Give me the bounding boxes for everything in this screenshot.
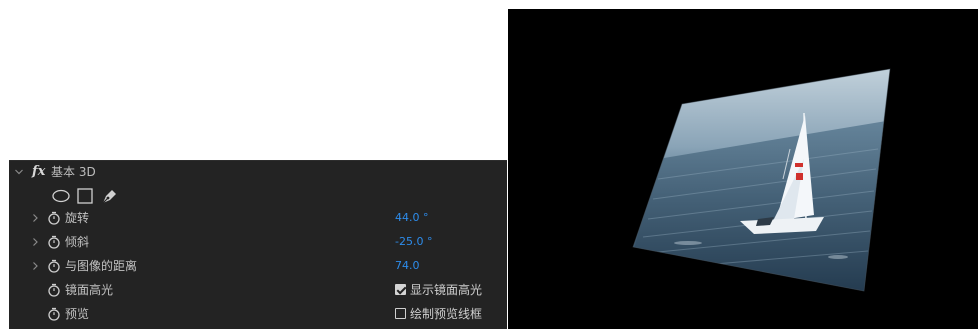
effect-title: 基本 3D bbox=[51, 165, 96, 179]
ellipse-mask-icon[interactable] bbox=[51, 186, 73, 206]
stopwatch-icon[interactable] bbox=[47, 234, 61, 250]
degree-unit: ° bbox=[426, 235, 433, 248]
checkbox-label[interactable]: 绘制预览线框 bbox=[410, 307, 482, 321]
tilt-value[interactable]: -25.0 bbox=[395, 235, 423, 248]
property-label: 预览 bbox=[65, 307, 90, 321]
fx-icon[interactable]: fx bbox=[32, 164, 45, 180]
property-row-specular: 镜面高光 显示镜面高光 bbox=[9, 279, 507, 301]
chevron-right-icon[interactable] bbox=[29, 234, 41, 250]
property-label: 与图像的距离 bbox=[65, 259, 138, 273]
rotation-value[interactable]: 44.0 bbox=[395, 211, 420, 224]
chevron-right-icon[interactable] bbox=[29, 210, 41, 226]
rectangle-mask-icon[interactable] bbox=[75, 186, 97, 206]
video-frame-image bbox=[633, 69, 890, 291]
stopwatch-icon[interactable] bbox=[47, 210, 61, 226]
stopwatch-icon[interactable] bbox=[47, 282, 61, 298]
property-row-preview: 预览 绘制预览线框 bbox=[9, 303, 507, 325]
program-monitor bbox=[508, 9, 978, 329]
property-label: 旋转 bbox=[65, 211, 90, 225]
property-row-distance[interactable]: 与图像的距离 74.0 bbox=[9, 255, 507, 277]
checkbox-label[interactable]: 显示镜面高光 bbox=[410, 283, 482, 297]
property-value[interactable]: 44.0 ° bbox=[395, 210, 429, 226]
property-row-rotation[interactable]: 旋转 44.0 ° bbox=[9, 207, 507, 229]
property-label: 镜面高光 bbox=[65, 283, 114, 297]
stopwatch-icon[interactable] bbox=[47, 306, 61, 322]
property-label: 倾斜 bbox=[65, 235, 90, 249]
stopwatch-icon[interactable] bbox=[47, 258, 61, 274]
checkbox-checked[interactable] bbox=[395, 283, 406, 295]
checkbox-unchecked[interactable] bbox=[395, 307, 406, 319]
show-specular-checkbox[interactable]: 显示镜面高光 bbox=[395, 282, 482, 298]
property-value[interactable]: -25.0 ° bbox=[395, 234, 432, 250]
effect-header-row[interactable]: fx 基本 3D bbox=[9, 161, 507, 183]
transformed-video-frame bbox=[632, 68, 891, 292]
effect-controls-panel: fx 基本 3D 旋转 44.0 ° 倾斜 -25.0 ° 与图像的距离 74.… bbox=[9, 160, 507, 329]
pen-mask-icon[interactable] bbox=[99, 186, 121, 206]
mask-tools bbox=[51, 186, 161, 206]
degree-unit: ° bbox=[423, 211, 429, 224]
property-row-tilt[interactable]: 倾斜 -25.0 ° bbox=[9, 231, 507, 253]
draw-preview-wireframe-checkbox[interactable]: 绘制预览线框 bbox=[395, 306, 482, 322]
app-window: fx 基本 3D 旋转 44.0 ° 倾斜 -25.0 ° 与图像的距离 74.… bbox=[0, 0, 978, 329]
chevron-down-icon[interactable] bbox=[13, 164, 25, 180]
chevron-right-icon[interactable] bbox=[29, 258, 41, 274]
distance-value[interactable]: 74.0 bbox=[395, 258, 420, 274]
